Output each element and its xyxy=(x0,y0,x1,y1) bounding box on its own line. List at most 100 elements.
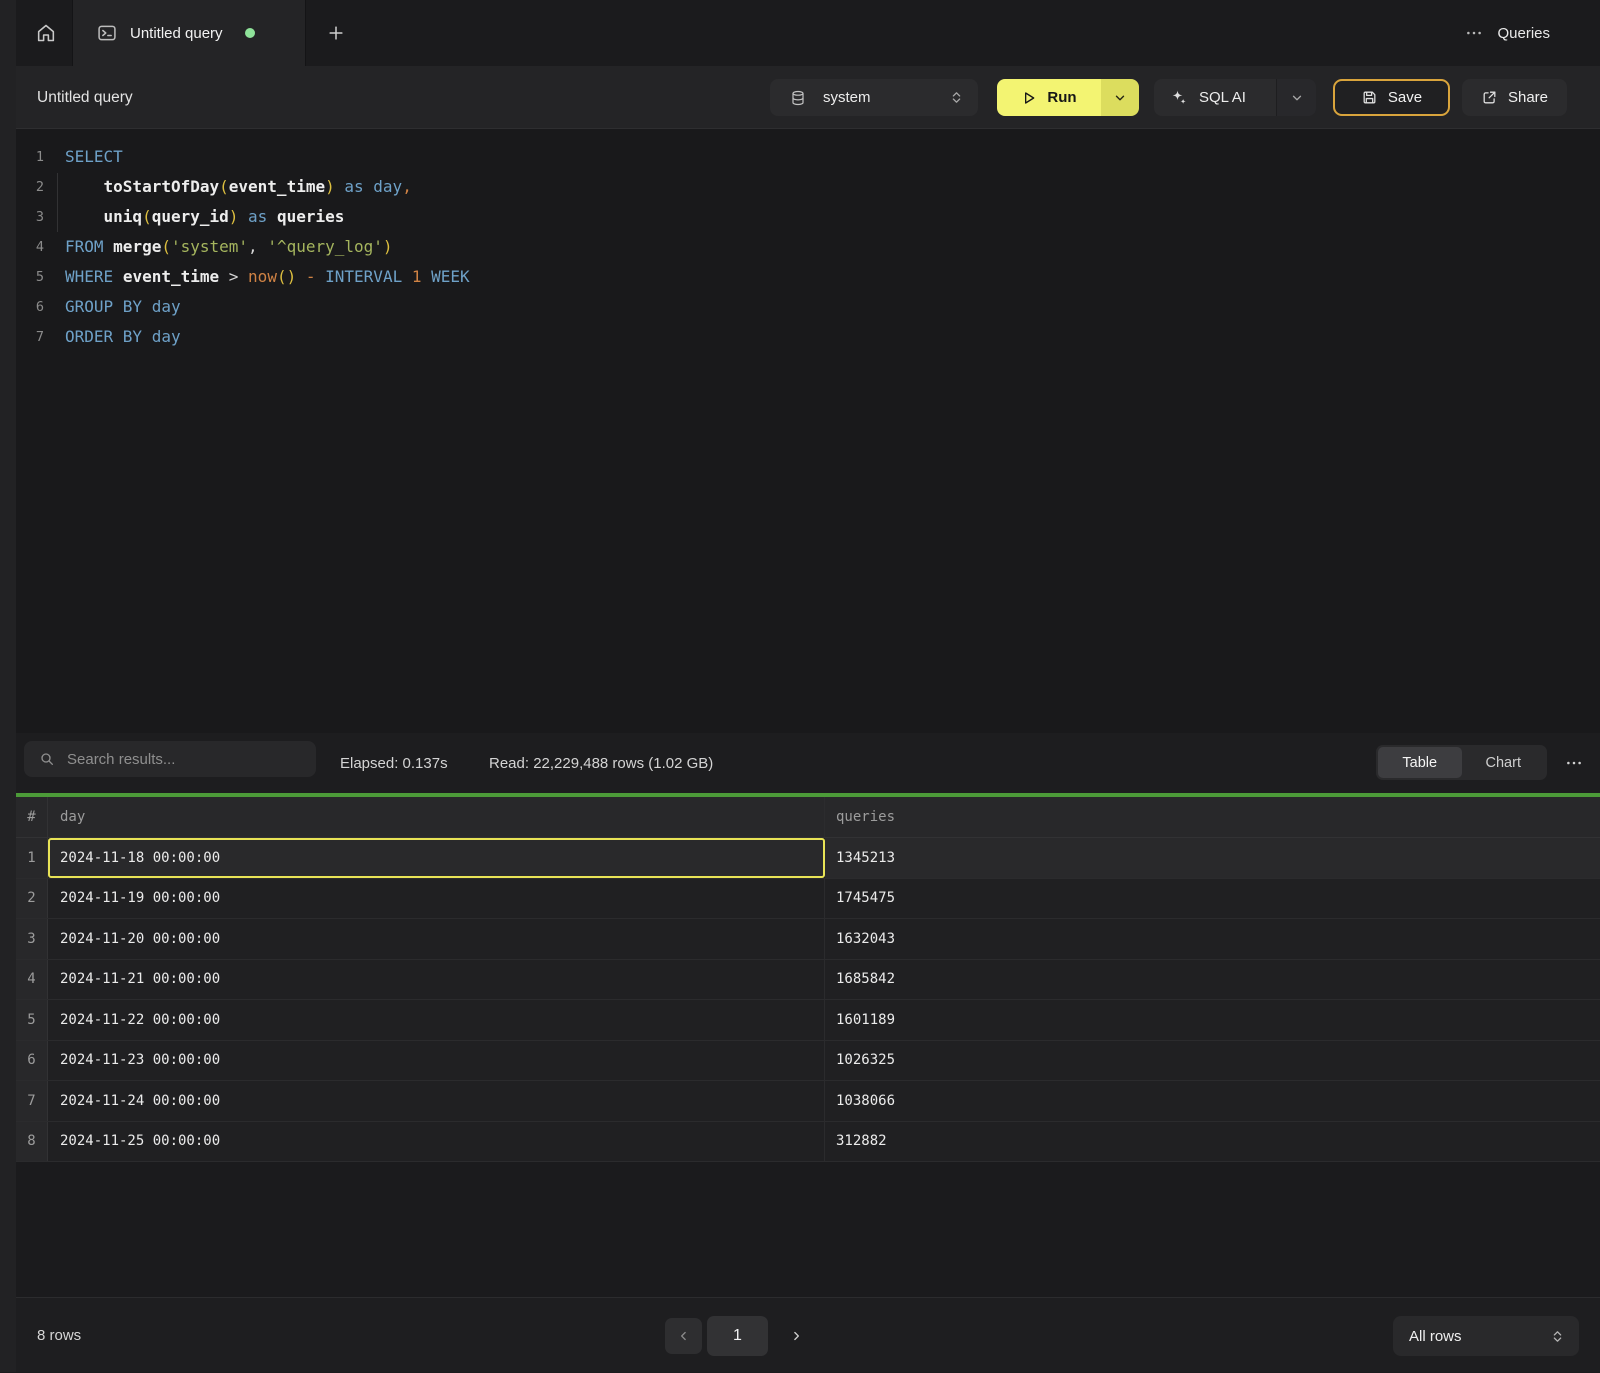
row-index[interactable]: 7 xyxy=(16,1081,48,1121)
table-header-row: # day queries xyxy=(16,797,1600,838)
row-index[interactable]: 1 xyxy=(16,838,48,878)
chevron-up-down-icon xyxy=(1550,1329,1565,1344)
table-row: 52024-11-22 00:00:001601189 xyxy=(16,1000,1600,1041)
ellipsis-icon xyxy=(1465,24,1483,42)
home-button[interactable] xyxy=(20,0,72,66)
left-edge-strip xyxy=(0,0,16,1372)
chevron-left-icon xyxy=(677,1329,691,1343)
sql-ai-options-button[interactable] xyxy=(1276,79,1316,116)
column-header-day[interactable]: day xyxy=(48,797,825,837)
tab-chart-view[interactable]: Chart xyxy=(1462,747,1546,778)
database-selector[interactable]: system xyxy=(770,79,978,116)
row-index[interactable]: 4 xyxy=(16,960,48,1000)
chevron-right-icon xyxy=(789,1329,803,1343)
tab-bar: Untitled query Queries xyxy=(16,0,1600,66)
cell-queries[interactable]: 1601189 xyxy=(825,1000,1600,1040)
home-icon xyxy=(35,22,57,44)
cell-day[interactable]: 2024-11-18 00:00:00 xyxy=(48,838,825,878)
ellipsis-icon xyxy=(1565,754,1583,772)
chevron-down-icon xyxy=(1290,91,1304,105)
table-row: 82024-11-25 00:00:00312882 xyxy=(16,1122,1600,1163)
new-tab-button[interactable] xyxy=(312,0,360,66)
tab-title: Untitled query xyxy=(130,25,223,42)
line-number: 7 xyxy=(16,322,50,352)
previous-page-button[interactable] xyxy=(665,1318,702,1354)
rows-read-stat: Read: 22,229,488 rows (1.02 GB) xyxy=(489,733,713,793)
cell-queries[interactable]: 1685842 xyxy=(825,960,1600,1000)
code-text: FROM merge('system', '^query_log') xyxy=(50,232,393,262)
line-number: 4 xyxy=(16,232,50,262)
results-table: # day queries 12024-11-18 00:00:00134521… xyxy=(16,797,1600,1297)
share-icon xyxy=(1481,89,1498,106)
page-title: Untitled query xyxy=(37,66,133,129)
code-text: SELECT xyxy=(50,142,123,172)
code-line[interactable]: 6GROUP BY day xyxy=(16,292,1600,322)
tab-table-view[interactable]: Table xyxy=(1378,747,1462,778)
table-row: 62024-11-23 00:00:001026325 xyxy=(16,1041,1600,1082)
chevron-up-down-icon xyxy=(949,90,964,105)
row-index[interactable]: 5 xyxy=(16,1000,48,1040)
cell-queries[interactable]: 312882 xyxy=(825,1122,1600,1162)
code-text: toStartOfDay(event_time) as day, xyxy=(50,172,412,202)
row-count: 8 rows xyxy=(37,1298,81,1373)
code-line[interactable]: 4FROM merge('system', '^query_log') xyxy=(16,232,1600,262)
sql-editor[interactable]: 1SELECT2 toStartOfDay(event_time) as day… xyxy=(16,129,1600,733)
search-icon xyxy=(39,751,55,767)
tab-untitled-query[interactable]: Untitled query xyxy=(72,0,306,66)
cell-day[interactable]: 2024-11-25 00:00:00 xyxy=(48,1122,825,1162)
cell-day[interactable]: 2024-11-20 00:00:00 xyxy=(48,919,825,959)
cell-day[interactable]: 2024-11-21 00:00:00 xyxy=(48,960,825,1000)
code-line[interactable]: 3 uniq(query_id) as queries xyxy=(16,202,1600,232)
cell-queries[interactable]: 1038066 xyxy=(825,1081,1600,1121)
sql-ai-button[interactable]: SQL AI xyxy=(1154,79,1276,116)
search-results-input[interactable] xyxy=(67,751,267,768)
results-more-button[interactable] xyxy=(1558,733,1590,793)
row-index[interactable]: 3 xyxy=(16,919,48,959)
run-button[interactable]: Run xyxy=(997,79,1101,116)
save-icon xyxy=(1361,89,1378,106)
row-index[interactable]: 8 xyxy=(16,1122,48,1162)
plus-icon xyxy=(326,23,346,43)
run-options-button[interactable] xyxy=(1101,79,1139,116)
cell-day[interactable]: 2024-11-24 00:00:00 xyxy=(48,1081,825,1121)
cell-queries[interactable]: 1745475 xyxy=(825,879,1600,919)
table-row: 12024-11-18 00:00:001345213 xyxy=(16,838,1600,879)
share-label: Share xyxy=(1508,89,1548,106)
page-number-button[interactable]: 1 xyxy=(707,1316,768,1356)
queries-link[interactable]: Queries xyxy=(1497,25,1550,42)
results-toolbar: Elapsed: 0.137s Read: 22,229,488 rows (1… xyxy=(16,733,1600,793)
play-icon xyxy=(1021,90,1037,106)
table-row: 22024-11-19 00:00:001745475 xyxy=(16,879,1600,920)
cell-day[interactable]: 2024-11-19 00:00:00 xyxy=(48,879,825,919)
row-index[interactable]: 6 xyxy=(16,1041,48,1081)
cell-day[interactable]: 2024-11-23 00:00:00 xyxy=(48,1041,825,1081)
rows-per-page-value: All rows xyxy=(1409,1328,1550,1345)
code-line[interactable]: 1SELECT xyxy=(16,142,1600,172)
query-toolbar: Untitled query system Run SQL AI xyxy=(16,66,1600,129)
cell-queries[interactable]: 1026325 xyxy=(825,1041,1600,1081)
cell-queries[interactable]: 1632043 xyxy=(825,919,1600,959)
column-header-index[interactable]: # xyxy=(16,797,48,837)
search-results-box[interactable] xyxy=(24,741,316,777)
tabs-more-button[interactable] xyxy=(1465,24,1483,42)
share-button[interactable]: Share xyxy=(1462,79,1567,116)
line-number: 3 xyxy=(16,202,50,232)
unsaved-changes-dot xyxy=(245,28,255,38)
column-header-queries[interactable]: queries xyxy=(825,797,1600,837)
sql-ai-label: SQL AI xyxy=(1199,89,1246,106)
code-text: WHERE event_time > now() - INTERVAL 1 WE… xyxy=(50,262,470,292)
code-line[interactable]: 5WHERE event_time > now() - INTERVAL 1 W… xyxy=(16,262,1600,292)
cell-day[interactable]: 2024-11-22 00:00:00 xyxy=(48,1000,825,1040)
line-number: 2 xyxy=(16,172,50,202)
row-index[interactable]: 2 xyxy=(16,879,48,919)
save-button[interactable]: Save xyxy=(1333,79,1450,116)
run-label: Run xyxy=(1047,89,1076,106)
next-page-button[interactable] xyxy=(778,1318,814,1354)
rows-per-page-selector[interactable]: All rows xyxy=(1393,1316,1579,1356)
sql-ai-button-group: SQL AI xyxy=(1154,79,1316,116)
line-number: 5 xyxy=(16,262,50,292)
code-line[interactable]: 2 toStartOfDay(event_time) as day, xyxy=(16,172,1600,202)
code-line[interactable]: 7ORDER BY day xyxy=(16,322,1600,352)
view-toggle: Table Chart xyxy=(1376,745,1547,780)
cell-queries[interactable]: 1345213 xyxy=(825,838,1600,878)
